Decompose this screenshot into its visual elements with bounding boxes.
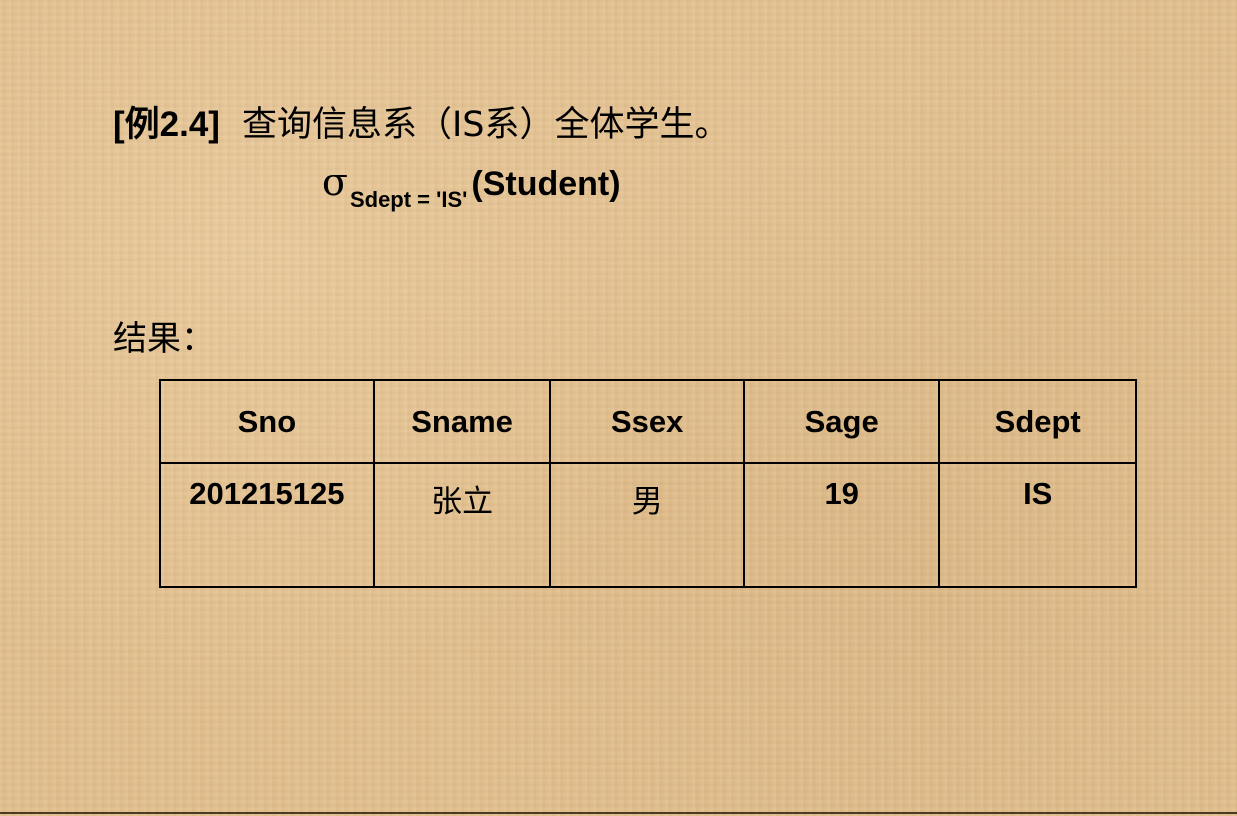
table-header-row: Sno Sname Ssex Sage Sdept [159,379,1137,464]
example-heading: [例2.4] 查询信息系（IS系）全体学生。 [113,102,730,148]
column-header-sage: Sage [742,379,941,464]
result-label: 结果： [113,319,215,359]
selection-condition: Sdept = 'IS' [349,187,468,212]
cell-sname: 张立 [372,462,552,588]
result-table: Sno Sname Ssex Sage Sdept 201215125 张立 男… [159,379,1137,588]
relation-name: (Student) [471,165,621,203]
cell-ssex: 男 [549,462,745,588]
example-description: 查询信息系（IS系）全体学生。 [241,105,730,145]
column-header-sdept: Sdept [938,379,1137,464]
column-header-sname: Sname [372,379,552,464]
bottom-divider [0,812,1237,814]
cell-sdept: IS [938,462,1137,588]
selection-formula: σSdept = 'IS' (Student) [322,160,621,212]
sigma-symbol: σ [322,160,348,204]
table-row: 201215125 张立 男 19 IS [159,462,1137,588]
cell-sage: 19 [742,462,941,588]
column-header-ssex: Ssex [549,379,745,464]
example-label: [例2.4] [113,105,220,144]
column-header-sno: Sno [159,379,375,464]
cell-sno: 201215125 [159,462,375,588]
